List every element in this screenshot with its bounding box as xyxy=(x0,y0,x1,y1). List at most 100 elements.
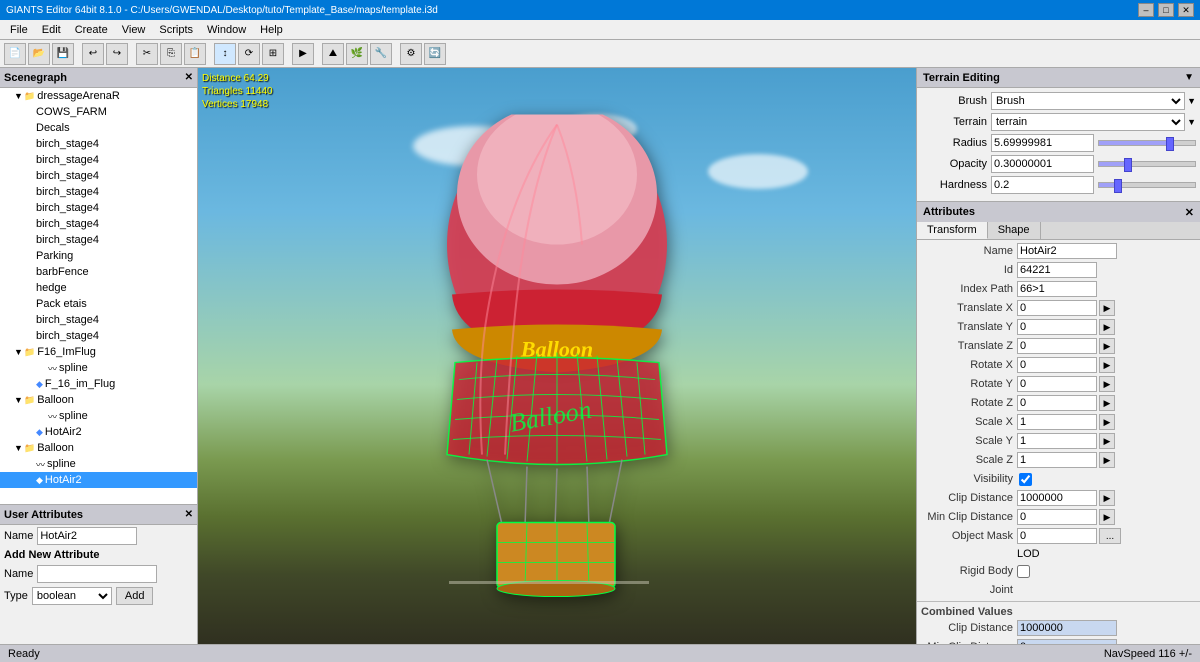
terrain-expand-icon[interactable]: ▼ xyxy=(1187,117,1196,127)
attr-tx-field[interactable] xyxy=(1017,300,1097,316)
attr-sz-arrow[interactable]: ▶ xyxy=(1099,452,1115,468)
attr-sx-field[interactable] xyxy=(1017,414,1097,430)
attr-sz-field[interactable] xyxy=(1017,452,1097,468)
menu-file[interactable]: File xyxy=(4,22,34,38)
tree-item[interactable]: ◆ F_16_im_Flug xyxy=(0,376,197,392)
tree-item[interactable]: 〰 spline xyxy=(0,408,197,424)
add-attribute-button[interactable]: Add xyxy=(116,587,154,605)
toolbar-terrain3[interactable]: 🔧 xyxy=(370,43,392,65)
attr-mask-field[interactable] xyxy=(1017,528,1097,544)
tree-item[interactable]: birch_stage4 xyxy=(0,312,197,328)
toolbar-settings[interactable]: ⚙ xyxy=(400,43,422,65)
menu-edit[interactable]: Edit xyxy=(36,22,67,38)
attr-name-input[interactable] xyxy=(37,527,137,545)
user-attr-close[interactable]: ✕ xyxy=(185,509,193,520)
attr-rz-arrow[interactable]: ▶ xyxy=(1099,395,1115,411)
attributes-close-icon[interactable]: ✕ xyxy=(1185,206,1194,219)
attr-ty-arrow[interactable]: ▶ xyxy=(1099,319,1115,335)
opacity-input[interactable] xyxy=(991,155,1094,173)
toolbar-scale[interactable]: ⊞ xyxy=(262,43,284,65)
radius-slider-thumb[interactable] xyxy=(1166,137,1174,151)
viewport[interactable]: Distance 64.29 Triangles 11440 Vertices … xyxy=(198,68,916,644)
tree-item[interactable]: hedge xyxy=(0,280,197,296)
tab-transform[interactable]: Transform xyxy=(917,222,988,239)
radius-input[interactable] xyxy=(991,134,1094,152)
opacity-slider-thumb[interactable] xyxy=(1124,158,1132,172)
attr-visibility-check[interactable] xyxy=(1019,473,1032,486)
tree-item[interactable]: Parking xyxy=(0,248,197,264)
add-name-input[interactable] xyxy=(37,565,157,583)
radius-slider-track[interactable] xyxy=(1098,140,1197,146)
attr-clip-field[interactable] xyxy=(1017,490,1097,506)
combined-minclip-field[interactable] xyxy=(1017,639,1117,644)
toolbar-translate[interactable]: ↕ xyxy=(214,43,236,65)
attr-tz-field[interactable] xyxy=(1017,338,1097,354)
tree-item[interactable]: birch_stage4 xyxy=(0,328,197,344)
toolbar-undo[interactable]: ↩ xyxy=(82,43,104,65)
attr-name-field[interactable] xyxy=(1017,243,1117,259)
tree-item[interactable]: birch_stage4 xyxy=(0,216,197,232)
toolbar-cut[interactable]: ✂ xyxy=(136,43,158,65)
attr-rx-field[interactable] xyxy=(1017,357,1097,373)
attr-rz-field[interactable] xyxy=(1017,395,1097,411)
toolbar-rotate[interactable]: ⟳ xyxy=(238,43,260,65)
tree-item[interactable]: birch_stage4 xyxy=(0,232,197,248)
menu-help[interactable]: Help xyxy=(254,22,289,38)
attr-clip-arrow[interactable]: ▶ xyxy=(1099,490,1115,506)
close-button[interactable]: ✕ xyxy=(1178,3,1194,17)
attr-ty-field[interactable] xyxy=(1017,319,1097,335)
tree-item[interactable]: 〰 spline xyxy=(0,360,197,376)
attr-sy-arrow[interactable]: ▶ xyxy=(1099,433,1115,449)
attr-ry-arrow[interactable]: ▶ xyxy=(1099,376,1115,392)
attr-mask-dots[interactable]: ... xyxy=(1099,528,1121,544)
tab-shape[interactable]: Shape xyxy=(988,222,1041,239)
brush-expand-icon[interactable]: ▼ xyxy=(1187,96,1196,106)
menu-window[interactable]: Window xyxy=(201,22,252,38)
attr-sy-field[interactable] xyxy=(1017,433,1097,449)
attr-index-field[interactable] xyxy=(1017,281,1097,297)
hardness-slider-thumb[interactable] xyxy=(1114,179,1122,193)
toolbar-play[interactable]: ▶ xyxy=(292,43,314,65)
tree-item[interactable]: 〰 spline xyxy=(0,456,197,472)
terrain-expand-icon[interactable]: ▼ xyxy=(1184,72,1194,83)
tree-item[interactable]: Pack etais xyxy=(0,296,197,312)
tree-item[interactable]: ▼ 📁 Balloon xyxy=(0,392,197,408)
scenegraph-close[interactable]: ✕ xyxy=(185,72,193,83)
maximize-button[interactable]: □ xyxy=(1158,3,1174,17)
toolbar-redo[interactable]: ↪ xyxy=(106,43,128,65)
toolbar-save[interactable]: 💾 xyxy=(52,43,74,65)
tree-item[interactable]: birch_stage4 xyxy=(0,136,197,152)
tree-item[interactable]: ▼ 📁 dressageArenaR xyxy=(0,88,197,104)
tree-item[interactable]: Decals xyxy=(0,120,197,136)
add-type-select[interactable]: boolean integer float string xyxy=(32,587,112,605)
attr-ry-field[interactable] xyxy=(1017,376,1097,392)
tree-item[interactable]: ▼ 📁 F16_ImFlug xyxy=(0,344,197,360)
attr-rx-arrow[interactable]: ▶ xyxy=(1099,357,1115,373)
toolbar-terrain1[interactable]: ⛰ xyxy=(322,43,344,65)
toolbar-terrain2[interactable]: 🌿 xyxy=(346,43,368,65)
attr-minclip-field[interactable] xyxy=(1017,509,1097,525)
terrain-type-select[interactable]: terrain xyxy=(991,113,1185,131)
tree-item[interactable]: COWS_FARM xyxy=(0,104,197,120)
toolbar-copy[interactable]: ⎘ xyxy=(160,43,182,65)
menu-scripts[interactable]: Scripts xyxy=(153,22,199,38)
toolbar-refresh[interactable]: 🔄 xyxy=(424,43,446,65)
attr-id-field[interactable] xyxy=(1017,262,1097,278)
tree-item[interactable]: ◆ HotAir2 xyxy=(0,424,197,440)
toolbar-paste[interactable]: 📋 xyxy=(184,43,206,65)
tree-item[interactable]: birch_stage4 xyxy=(0,168,197,184)
tree-item[interactable]: barbFence xyxy=(0,264,197,280)
tree-item[interactable]: ▼ 📁 Balloon xyxy=(0,440,197,456)
combined-clip-field[interactable] xyxy=(1017,620,1117,636)
opacity-slider-track[interactable] xyxy=(1098,161,1197,167)
brush-select[interactable]: Brush xyxy=(991,92,1185,110)
menu-create[interactable]: Create xyxy=(69,22,114,38)
tree-item[interactable]: birch_stage4 xyxy=(0,184,197,200)
hardness-input[interactable] xyxy=(991,176,1094,194)
attr-tz-arrow[interactable]: ▶ xyxy=(1099,338,1115,354)
rigid-body-check[interactable] xyxy=(1017,565,1030,578)
menu-view[interactable]: View xyxy=(116,22,152,38)
tree-item[interactable]: birch_stage4 xyxy=(0,200,197,216)
attr-minclip-arrow[interactable]: ▶ xyxy=(1099,509,1115,525)
minimize-button[interactable]: – xyxy=(1138,3,1154,17)
